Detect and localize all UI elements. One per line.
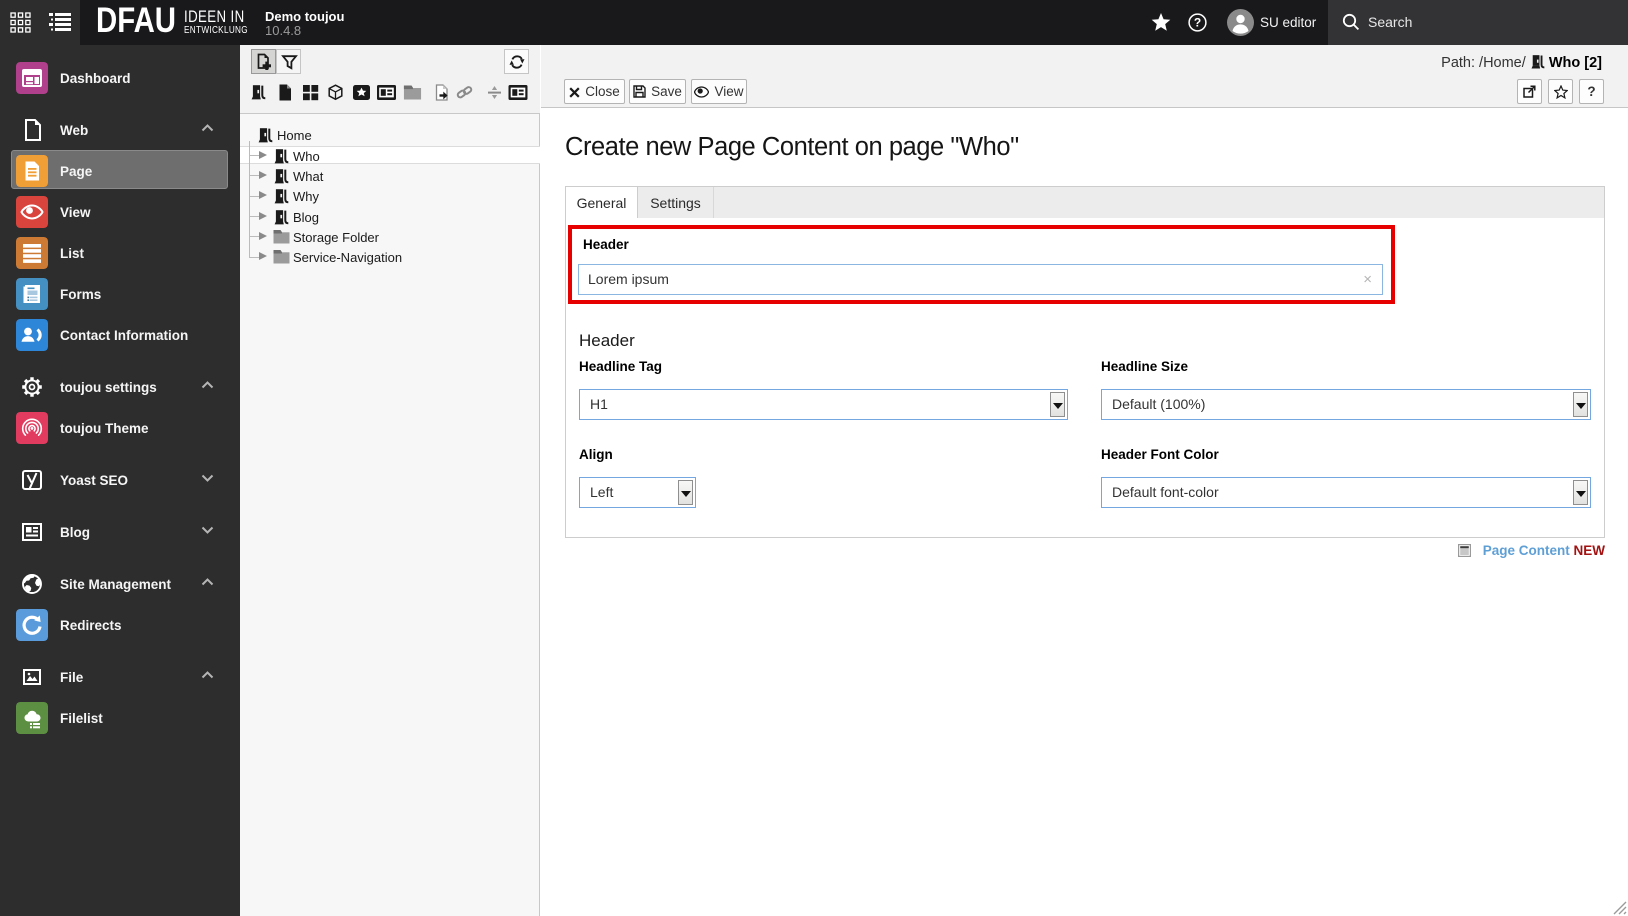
svg-text:?: ? bbox=[1194, 16, 1201, 30]
